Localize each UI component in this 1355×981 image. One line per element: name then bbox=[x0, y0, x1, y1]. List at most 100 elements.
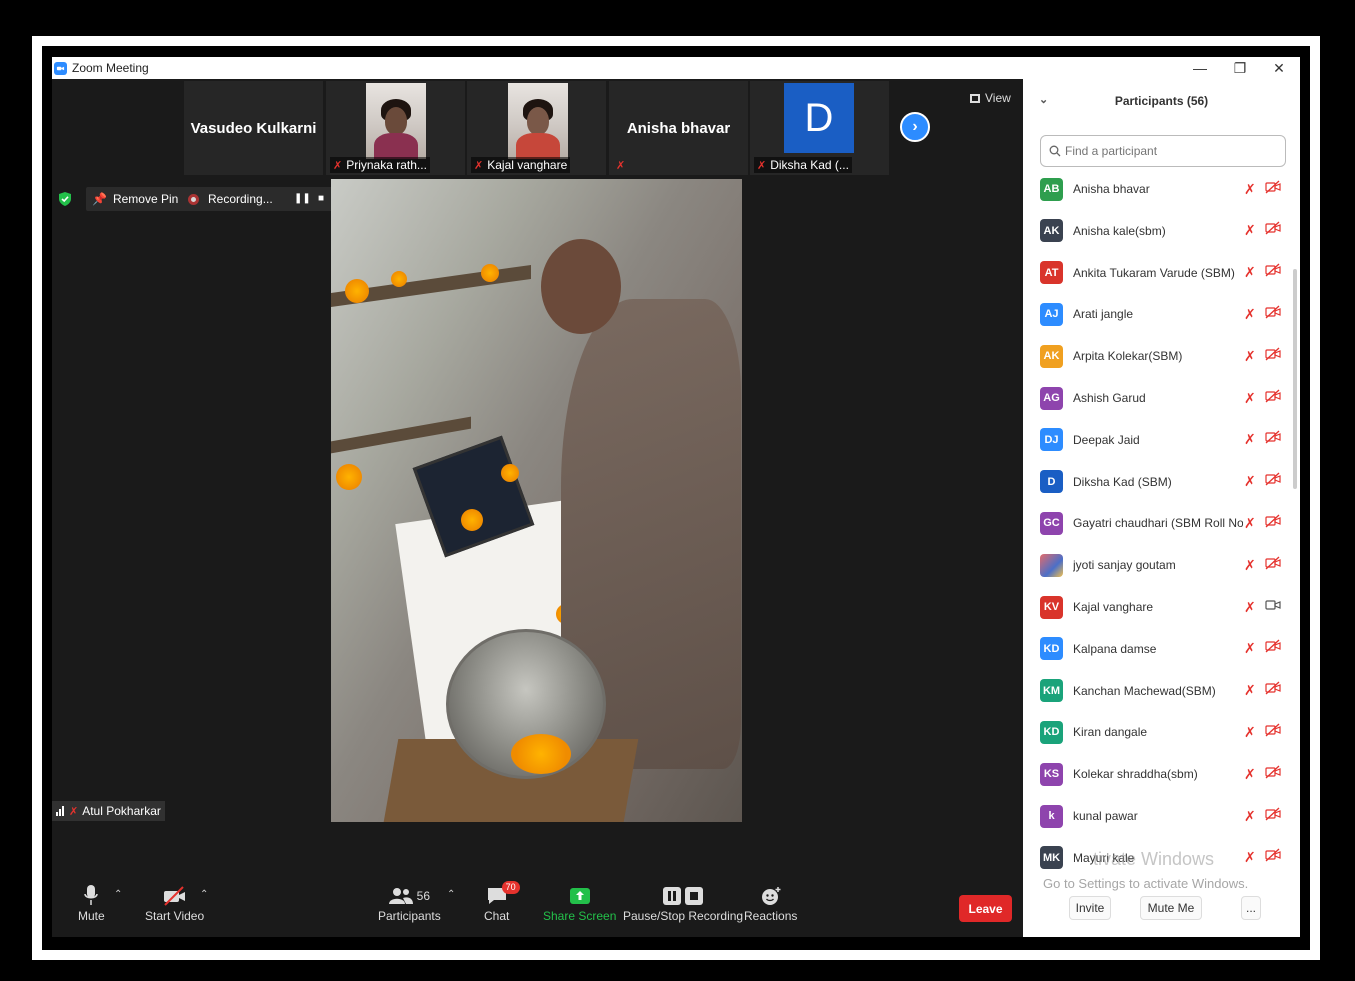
chat-unread-badge: 70 bbox=[501, 881, 520, 894]
mic-muted-icon: ✗ bbox=[1244, 305, 1256, 322]
participant-row[interactable]: KM Kanchan Machewad(SBM) ✗ bbox=[1023, 671, 1293, 711]
tile-label: ✗ Diksha Kad (... bbox=[754, 157, 852, 173]
reactions-button[interactable]: Reactions bbox=[744, 883, 797, 923]
grid-icon bbox=[970, 93, 980, 103]
invite-button[interactable]: Invite bbox=[1069, 896, 1111, 920]
mic-muted-icon: ✗ bbox=[1244, 849, 1256, 866]
participant-row[interactable]: D Diksha Kad (SBM) ✗ bbox=[1023, 462, 1293, 502]
minimize-icon[interactable]: — bbox=[1180, 57, 1220, 79]
gallery-tile[interactable]: Anisha bhavar ✗ bbox=[609, 81, 748, 175]
participants-options-caret-icon[interactable]: ⌃ bbox=[447, 889, 455, 900]
share-screen-button[interactable]: Share Screen bbox=[543, 883, 616, 923]
video-off-icon bbox=[1265, 848, 1281, 867]
tile-label: ✗ bbox=[613, 157, 632, 173]
chat-button[interactable]: 70 Chat bbox=[484, 881, 520, 923]
mic-muted-icon: ✗ bbox=[1244, 682, 1256, 699]
next-page-chevron-icon[interactable]: › bbox=[900, 112, 930, 142]
participant-name: Kalpana damse bbox=[1073, 641, 1157, 656]
participant-avatar: GC bbox=[1040, 511, 1063, 535]
mic-muted-icon: ✗ bbox=[1244, 640, 1256, 657]
participant-name: Kanchan Machewad(SBM) bbox=[1073, 683, 1216, 698]
signal-strength-icon bbox=[56, 806, 65, 816]
participant-avatar: KS bbox=[1040, 762, 1063, 786]
mute-me-button[interactable]: Mute Me bbox=[1140, 896, 1202, 920]
participant-avatar: KD bbox=[1040, 720, 1063, 744]
participant-avatar: KV bbox=[1040, 595, 1063, 619]
title-bar: Zoom Meeting — ❐ ✕ bbox=[52, 57, 1300, 79]
search-icon bbox=[1049, 145, 1061, 157]
participant-row[interactable]: AK Arpita Kolekar(SBM) ✗ bbox=[1023, 336, 1293, 376]
participant-row[interactable]: KD Kiran dangale ✗ bbox=[1023, 712, 1293, 752]
participant-row[interactable]: AT Ankita Tukaram Varude (SBM) ✗ bbox=[1023, 253, 1293, 293]
participant-row[interactable]: KS Kolekar shraddha(sbm) ✗ bbox=[1023, 754, 1293, 794]
video-off-icon bbox=[1265, 556, 1281, 575]
pause-recording-icon[interactable]: ❚❚ bbox=[294, 193, 311, 204]
participants-panel: ⌄ Participants (56) AB Anisha bhavar ✗ AK An… bbox=[1023, 79, 1300, 937]
mic-muted-icon: ✗ bbox=[1244, 347, 1256, 364]
participant-name: Kiran dangale bbox=[1073, 725, 1148, 740]
start-video-button[interactable]: Start Video bbox=[145, 883, 204, 923]
tile-avatar: D bbox=[784, 83, 854, 153]
participant-row[interactable]: jyoti sanjay goutam ✗ bbox=[1023, 545, 1293, 585]
pause-stop-recording-button[interactable]: Pause/Stop Recording bbox=[623, 883, 743, 923]
participant-row[interactable]: AG Ashish Garud ✗ bbox=[1023, 378, 1293, 418]
participant-avatar: AG bbox=[1040, 386, 1063, 410]
gallery-tile[interactable]: ✗ Kajal vanghare bbox=[467, 81, 606, 175]
active-speaker-label: ✗ Atul Pokharkar bbox=[52, 801, 165, 821]
participant-avatar: KM bbox=[1040, 679, 1063, 703]
participants-icon: 56 bbox=[388, 883, 430, 909]
participant-row[interactable]: GC Gayatri chaudhari (SBM Roll No... ✗ bbox=[1023, 503, 1293, 543]
gallery-tile[interactable]: Vasudeo Kulkarni bbox=[184, 81, 323, 175]
windows-activation-watermark: tivate Windows bbox=[1093, 849, 1215, 869]
participant-name: Kolekar shraddha(sbm) bbox=[1073, 767, 1198, 782]
mic-muted-icon: ✗ bbox=[1244, 473, 1256, 490]
video-off-icon bbox=[1265, 305, 1281, 324]
participant-name: jyoti sanjay goutam bbox=[1073, 558, 1176, 573]
gallery-tile[interactable]: ✗ Priynaka rath... bbox=[326, 81, 465, 175]
video-off-icon bbox=[1265, 180, 1281, 199]
mute-options-caret-icon[interactable]: ⌃ bbox=[114, 889, 122, 900]
mic-muted-icon: ✗ bbox=[1244, 389, 1256, 406]
pinned-video bbox=[331, 179, 742, 822]
shield-icon[interactable] bbox=[58, 191, 72, 207]
video-off-icon bbox=[1265, 807, 1281, 826]
meeting-top-toolbar: 📌 Remove Pin Recording... ❚❚ ■ bbox=[58, 187, 334, 211]
participant-row[interactable]: KD Kalpana damse ✗ bbox=[1023, 629, 1293, 669]
video-off-icon bbox=[1265, 389, 1281, 408]
participant-row[interactable]: AJ Arati jangle ✗ bbox=[1023, 294, 1293, 334]
participant-row[interactable]: KV Kajal vanghare ✗ bbox=[1023, 587, 1293, 627]
participant-avatar: D bbox=[1040, 470, 1063, 494]
video-options-caret-icon[interactable]: ⌃ bbox=[200, 889, 208, 900]
chevron-down-icon[interactable]: ⌄ bbox=[1039, 93, 1048, 106]
view-button[interactable]: View bbox=[970, 91, 1011, 105]
participant-row[interactable]: k kunal pawar ✗ bbox=[1023, 796, 1293, 836]
mic-muted-icon: ✗ bbox=[1244, 180, 1256, 197]
participant-row[interactable]: DJ Deepak Jaid ✗ bbox=[1023, 420, 1293, 460]
participants-panel-header: ⌄ Participants (56) bbox=[1039, 93, 1209, 108]
participant-avatar: AK bbox=[1040, 219, 1063, 243]
participants-scrollbar[interactable] bbox=[1293, 269, 1297, 489]
more-options-button[interactable]: ... bbox=[1241, 896, 1261, 920]
close-icon[interactable]: ✕ bbox=[1259, 57, 1299, 79]
recording-dot-icon bbox=[188, 193, 199, 205]
video-off-icon bbox=[1265, 765, 1281, 784]
participant-search[interactable] bbox=[1040, 135, 1286, 167]
stop-recording-icon[interactable]: ■ bbox=[318, 193, 324, 204]
mute-button[interactable]: Mute bbox=[78, 883, 105, 923]
share-screen-icon bbox=[569, 883, 591, 909]
leave-button[interactable]: Leave bbox=[959, 895, 1012, 922]
pin-icon: 📌 bbox=[92, 192, 107, 206]
video-off-icon bbox=[1265, 639, 1281, 658]
restore-icon[interactable]: ❐ bbox=[1220, 57, 1260, 79]
remove-pin-button[interactable]: 📌 Remove Pin bbox=[86, 187, 185, 211]
mic-muted-icon: ✗ bbox=[1244, 222, 1256, 239]
mic-muted-icon: ✗ bbox=[1244, 431, 1256, 448]
video-off-icon bbox=[1265, 472, 1281, 491]
participants-button[interactable]: 56 Participants bbox=[378, 883, 441, 923]
participant-row[interactable]: AB Anisha bhavar ✗ bbox=[1023, 169, 1293, 209]
gallery-tile[interactable]: D ✗ Diksha Kad (... bbox=[750, 81, 889, 175]
participant-search-input[interactable] bbox=[1065, 144, 1265, 158]
participant-row[interactable]: AK Anisha kale(sbm) ✗ bbox=[1023, 211, 1293, 251]
participant-name: Arati jangle bbox=[1073, 307, 1134, 322]
mic-off-icon: ✗ bbox=[69, 805, 79, 818]
